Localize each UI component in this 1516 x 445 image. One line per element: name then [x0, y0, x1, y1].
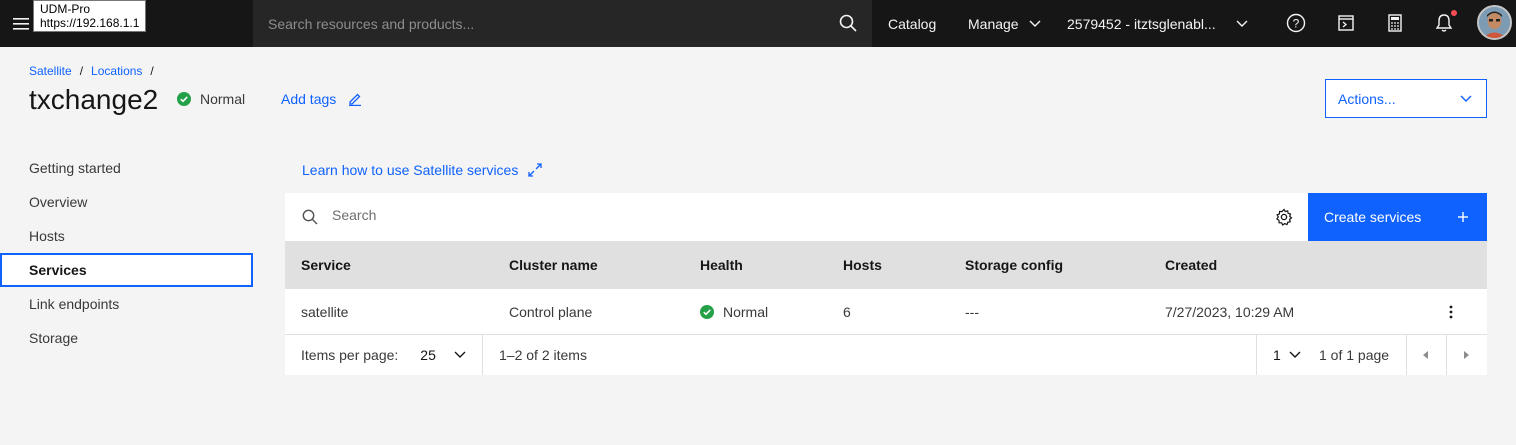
expand-icon: [528, 163, 542, 177]
calculator-icon[interactable]: [1384, 12, 1406, 34]
overflow-menu-icon[interactable]: [1442, 302, 1460, 322]
page-of-label: 1 of 1 page: [1319, 347, 1390, 363]
cell-hosts: 6: [843, 303, 851, 320]
actions-label: Actions...: [1338, 90, 1396, 107]
learn-link-label: Learn how to use Satellite services: [302, 162, 519, 178]
items-per-page-value: 25: [420, 347, 436, 363]
divider: [1256, 335, 1257, 375]
column-header-hosts[interactable]: Hosts: [843, 241, 882, 289]
page-title: txchange2: [29, 84, 159, 115]
column-header-service[interactable]: Service: [301, 241, 351, 289]
table-row[interactable]: satellite Control plane Normal 6 --- 7/2…: [285, 289, 1487, 335]
table-toolbar: Create services: [285, 193, 1487, 241]
chevron-down-icon: [1289, 351, 1301, 358]
create-services-label: Create services: [1324, 209, 1422, 225]
items-per-page-label: Items per page:: [301, 347, 399, 363]
checkmark-icon: [700, 304, 714, 319]
edit-icon: [349, 93, 362, 106]
chevron-down-icon: [1236, 20, 1248, 27]
chevron-down-icon: [1029, 20, 1041, 27]
health-label: Normal: [723, 303, 769, 320]
manage-menu[interactable]: Manage: [968, 0, 1041, 47]
sidenav-item-getting-started[interactable]: Getting started: [0, 151, 253, 185]
search-icon: [302, 209, 318, 225]
sidenav-item-storage[interactable]: Storage: [0, 321, 253, 355]
items-per-page: Items per page: 25: [301, 335, 466, 375]
sidenav-item-services[interactable]: Services: [0, 253, 253, 287]
breadcrumb-locations[interactable]: Locations: [91, 64, 142, 78]
add-tags-link[interactable]: Add tags: [281, 91, 362, 107]
tooltip-title: UDM-Pro: [40, 2, 90, 16]
sidenav-item-hosts[interactable]: Hosts: [0, 219, 253, 253]
cell-service: satellite: [301, 303, 349, 320]
page-select[interactable]: 1: [1273, 335, 1301, 375]
sidenav-item-overview[interactable]: Overview: [0, 185, 253, 219]
breadcrumb-separator: /: [150, 64, 154, 78]
column-header-storage-config[interactable]: Storage config: [965, 241, 1063, 289]
tooltip-url: https://192.168.1.1: [40, 16, 140, 30]
checkmark-icon: [177, 92, 191, 106]
account-switcher[interactable]: 2579452 - itztsglenabl...: [1067, 0, 1248, 47]
url-tooltip: UDM-Pro https://192.168.1.1: [33, 0, 146, 32]
side-nav: Getting started Overview Hosts Services …: [0, 151, 253, 355]
svg-text:?: ?: [1293, 17, 1300, 31]
cost-estimator-icon[interactable]: [1335, 12, 1357, 34]
cell-cluster-name: Control plane: [509, 303, 593, 320]
chevron-down-icon: [1460, 95, 1472, 102]
avatar[interactable]: [1477, 5, 1512, 40]
add-tags-label: Add tags: [281, 91, 337, 107]
pagination: Items per page: 25 1–2 of 2 items 1 1 of…: [285, 335, 1487, 375]
global-search: [253, 0, 872, 47]
sidenav-item-link-endpoints[interactable]: Link endpoints: [0, 287, 253, 321]
help-icon[interactable]: ?: [1285, 12, 1307, 34]
status-label: Normal: [200, 91, 246, 107]
next-page-icon[interactable]: [1463, 335, 1469, 375]
catalog-link[interactable]: Catalog: [888, 0, 936, 47]
column-header-cluster-name[interactable]: Cluster name: [509, 241, 598, 289]
previous-page-icon[interactable]: [1423, 335, 1429, 375]
add-icon: [1458, 212, 1468, 222]
table-search-input[interactable]: [332, 207, 1232, 223]
cell-created: 7/27/2023, 10:29 AM: [1165, 303, 1295, 320]
gear-icon[interactable]: [1275, 208, 1293, 226]
breadcrumb-satellite[interactable]: Satellite: [29, 64, 72, 78]
top-header: UDM-Pro https://192.168.1.1 Catalog Mana…: [0, 0, 1516, 47]
column-header-health[interactable]: Health: [700, 241, 743, 289]
global-search-input[interactable]: [253, 15, 813, 32]
actions-dropdown[interactable]: Actions...: [1325, 79, 1487, 118]
column-header-created[interactable]: Created: [1165, 241, 1217, 289]
table-header: Service Cluster name Health Hosts Storag…: [285, 241, 1487, 289]
account-label: 2579452 - itztsglenabl...: [1067, 15, 1216, 32]
cell-health: Normal: [700, 289, 768, 334]
status-badge: Normal: [177, 91, 245, 107]
manage-label: Manage: [968, 15, 1019, 32]
create-services-button[interactable]: Create services: [1308, 193, 1487, 241]
divider: [482, 335, 483, 375]
search-icon[interactable]: [838, 13, 858, 33]
chevron-down-icon: [454, 351, 466, 358]
breadcrumb-separator: /: [79, 64, 84, 78]
cell-storage-config: ---: [965, 303, 979, 320]
item-range: 1–2 of 2 items: [499, 347, 587, 363]
breadcrumb: Satellite / Locations /: [29, 64, 154, 78]
page-value: 1: [1273, 347, 1281, 363]
divider: [1446, 335, 1447, 375]
divider: [1406, 335, 1407, 375]
learn-link[interactable]: Learn how to use Satellite services: [302, 162, 543, 178]
items-per-page-select[interactable]: 25: [420, 347, 466, 363]
notification-badge: [1451, 10, 1457, 16]
